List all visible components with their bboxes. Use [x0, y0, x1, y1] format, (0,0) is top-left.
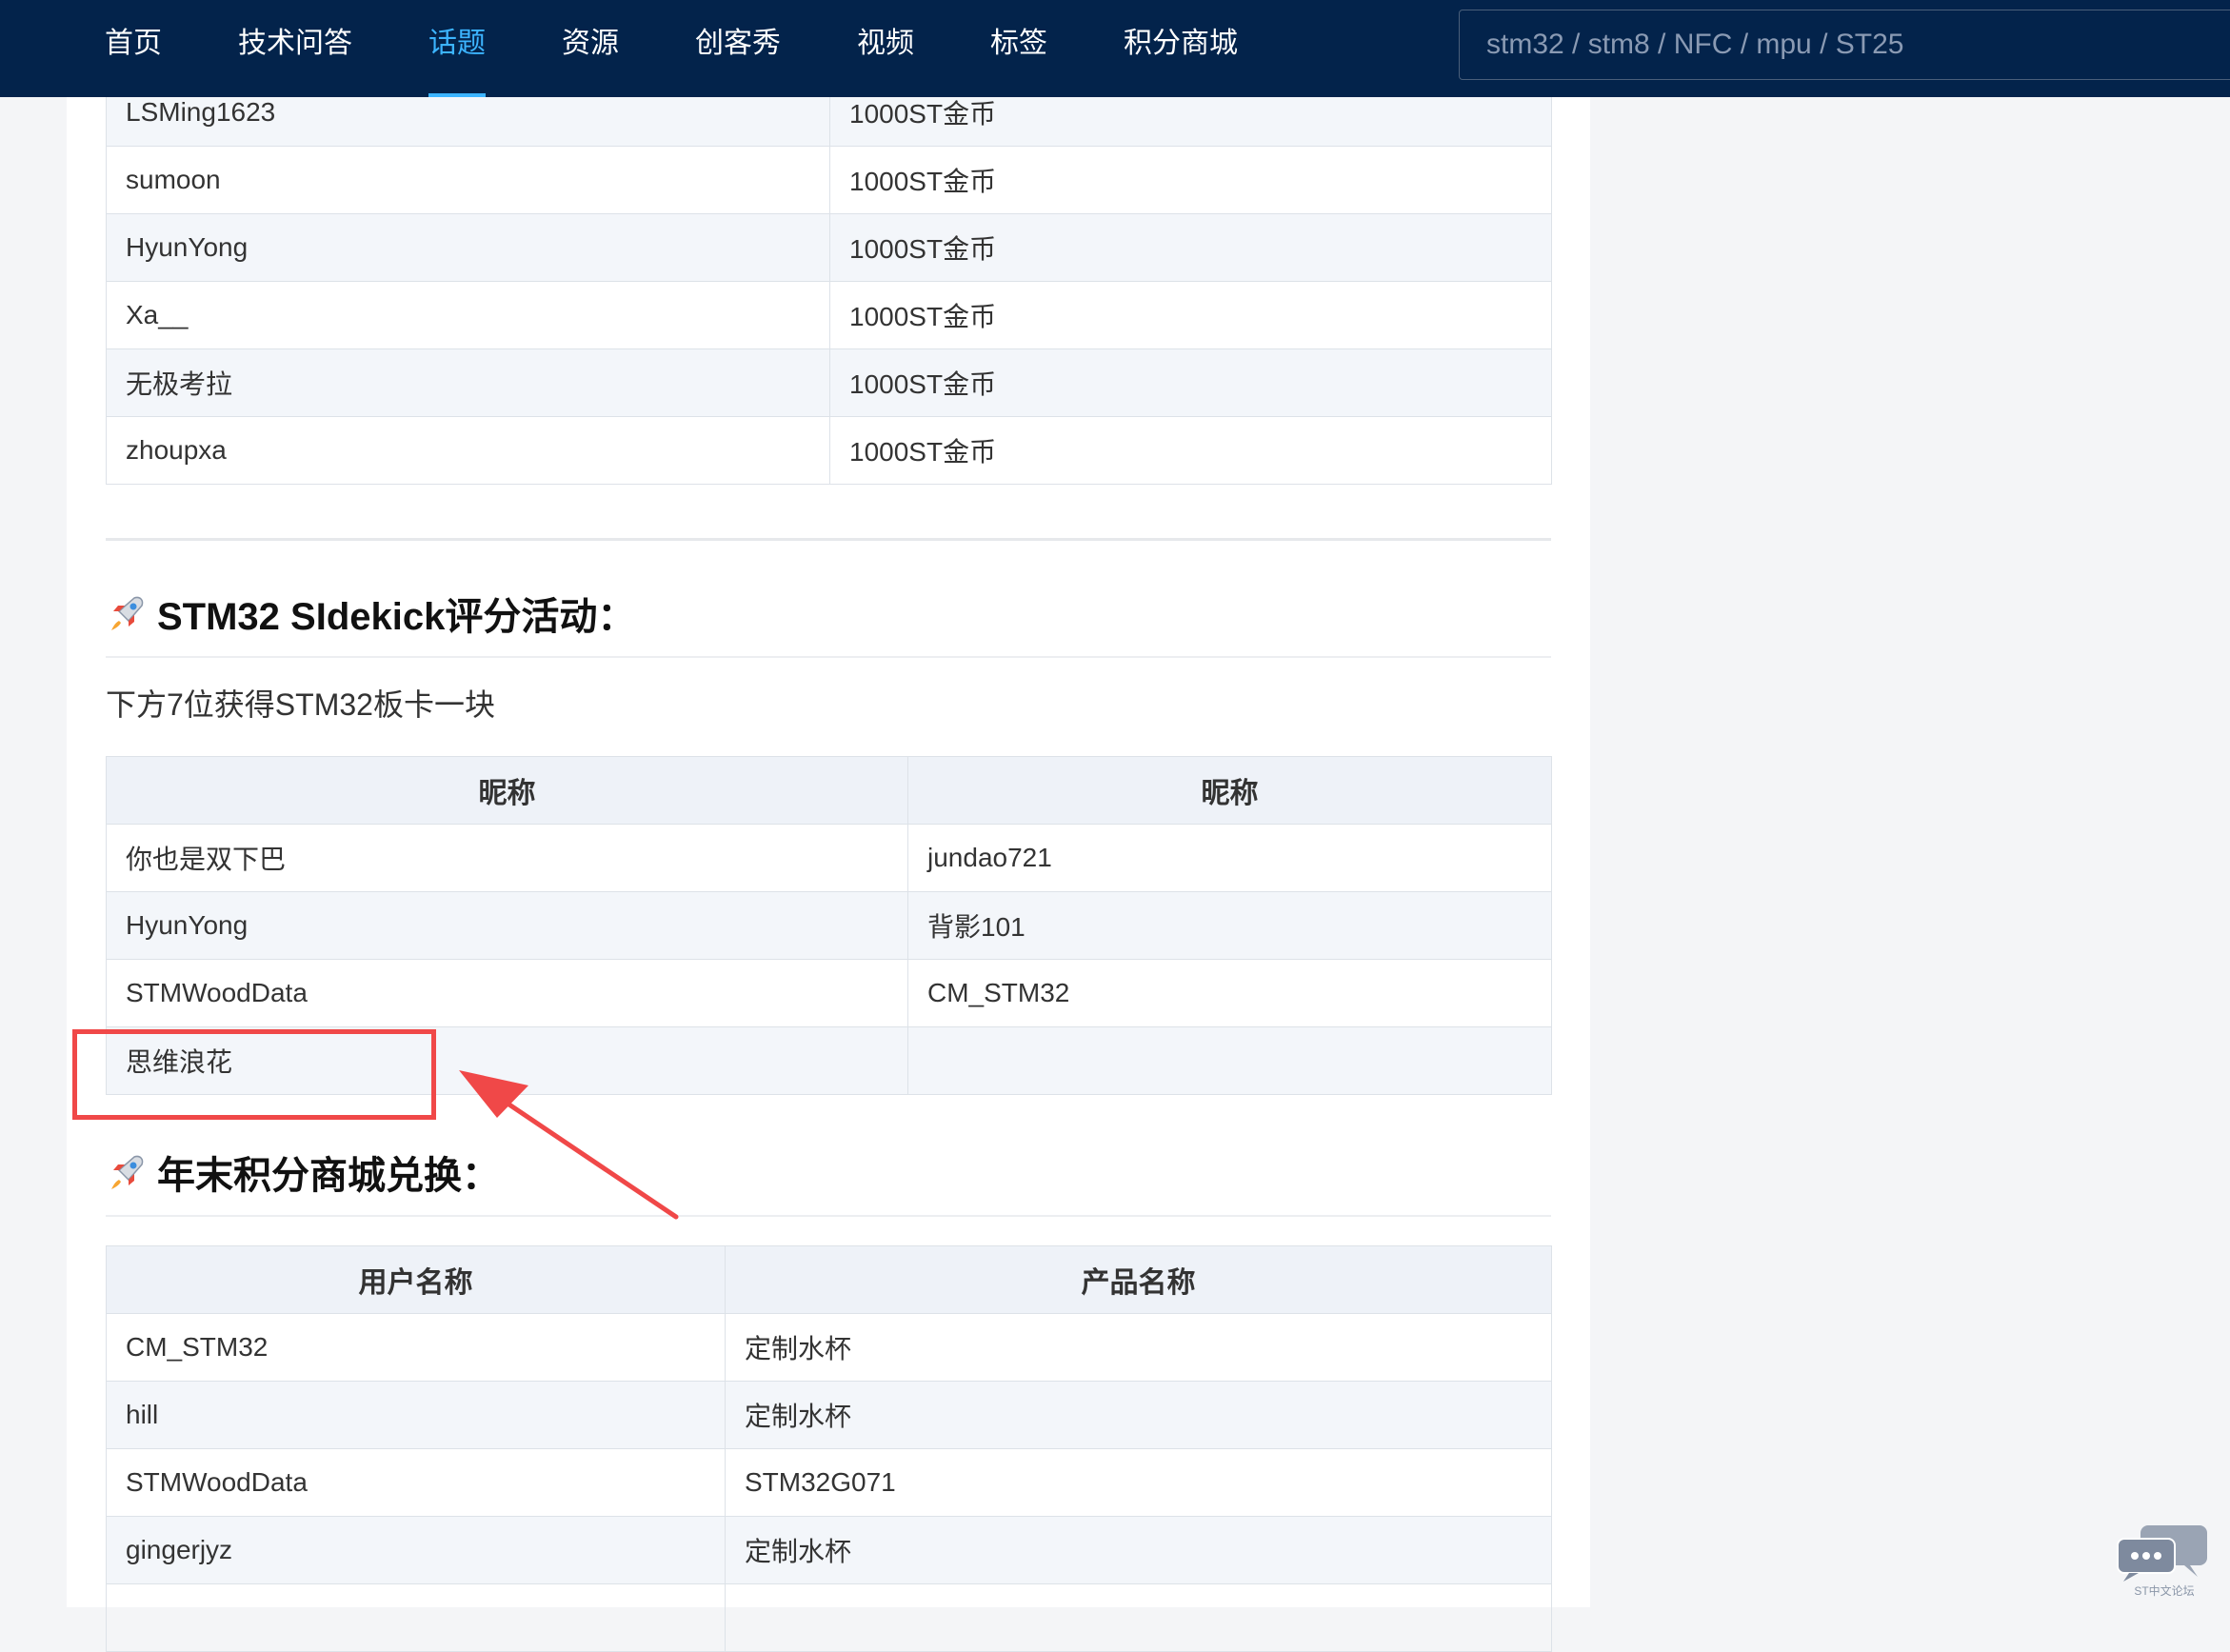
- nav-item-home[interactable]: 首页: [105, 0, 162, 97]
- nav-item-maker-show[interactable]: 创客秀: [695, 0, 781, 97]
- nav-item-videos[interactable]: 视频: [857, 0, 914, 97]
- nav-item-tags[interactable]: 标签: [990, 0, 1047, 97]
- nav-item-resources[interactable]: 资源: [562, 0, 619, 97]
- nav-item-topics[interactable]: 话题: [428, 0, 486, 97]
- top-navigation-bar: 首页 技术问答 话题 资源 创客秀 视频 标签 积分商城: [0, 0, 2230, 97]
- chat-widget-button[interactable]: ST中文论坛: [2112, 1522, 2217, 1600]
- chat-bubbles-icon: [2117, 1525, 2207, 1582]
- search-input[interactable]: [1459, 10, 2230, 80]
- nav-item-points-mall[interactable]: 积分商城: [1124, 0, 1238, 97]
- nav-item-tech-qa[interactable]: 技术问答: [238, 0, 352, 97]
- active-tab-indicator: [428, 93, 486, 97]
- annotation-arrow: [459, 1070, 679, 1220]
- chat-widget-caption: ST中文论坛: [2134, 1584, 2195, 1598]
- nav-item-topics-label: 话题: [428, 28, 486, 59]
